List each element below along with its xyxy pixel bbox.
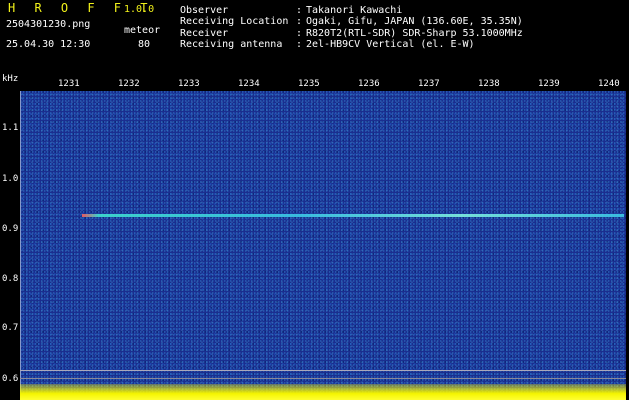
y-tick-label: 0.9 bbox=[2, 224, 19, 234]
hrofft-window: H R O F F T 1.0.0 2504301230.png 25.04.3… bbox=[0, 0, 629, 400]
baseline-line-secondary bbox=[20, 378, 626, 379]
x-tick-label: 1240 bbox=[598, 79, 620, 89]
x-tick-label: 1236 bbox=[358, 79, 380, 89]
info-label-antenna: Receiving antenna bbox=[180, 39, 283, 50]
x-tick-label: 1233 bbox=[178, 79, 200, 89]
recording-datetime: 25.04.30 12:30 bbox=[6, 39, 91, 50]
mode-value: 80 bbox=[138, 39, 151, 50]
x-tick-label: 1232 bbox=[118, 79, 140, 89]
info-value-antenna: 2el-HB9CV Vertical (el. E-W) bbox=[306, 39, 475, 50]
info-label-receiver: Receiver bbox=[180, 28, 229, 39]
info-value-observer: Takanori Kawachi bbox=[306, 5, 403, 16]
plot-left-axis bbox=[20, 91, 626, 396]
x-tick-label: 1235 bbox=[298, 79, 320, 89]
carrier-trace bbox=[82, 214, 624, 217]
info-label-location: Receiving Location bbox=[180, 16, 289, 27]
x-tick-label: 1239 bbox=[538, 79, 560, 89]
y-tick-label: 1.1 bbox=[2, 123, 19, 133]
x-tick-label: 1234 bbox=[238, 79, 260, 89]
mode-label: meteor bbox=[124, 25, 161, 36]
x-tick-label: 1231 bbox=[58, 79, 80, 89]
app-version: 1.0.0 bbox=[124, 4, 155, 15]
signal-level-bar bbox=[20, 384, 626, 400]
x-tick-label: 1238 bbox=[478, 79, 500, 89]
y-axis-unit: kHz bbox=[2, 74, 19, 84]
info-colon: : bbox=[296, 39, 303, 50]
x-tick-label: 1237 bbox=[418, 79, 440, 89]
info-value-location: Ogaki, Gifu, JAPAN (136.60E, 35.35N) bbox=[306, 16, 523, 27]
y-tick-label: 0.7 bbox=[2, 323, 19, 333]
y-tick-label: 1.0 bbox=[2, 174, 19, 184]
info-colon: : bbox=[296, 5, 303, 16]
baseline-line bbox=[20, 370, 626, 371]
info-value-receiver: R820T2(RTL-SDR) SDR-Sharp 53.1000MHz bbox=[306, 28, 523, 39]
info-colon: : bbox=[296, 28, 303, 39]
y-tick-label: 0.6 bbox=[2, 374, 19, 384]
info-label-observer: Observer bbox=[180, 5, 229, 16]
info-colon: : bbox=[296, 16, 303, 27]
image-filename: 2504301230.png bbox=[6, 19, 91, 30]
y-tick-label: 0.8 bbox=[2, 274, 19, 284]
